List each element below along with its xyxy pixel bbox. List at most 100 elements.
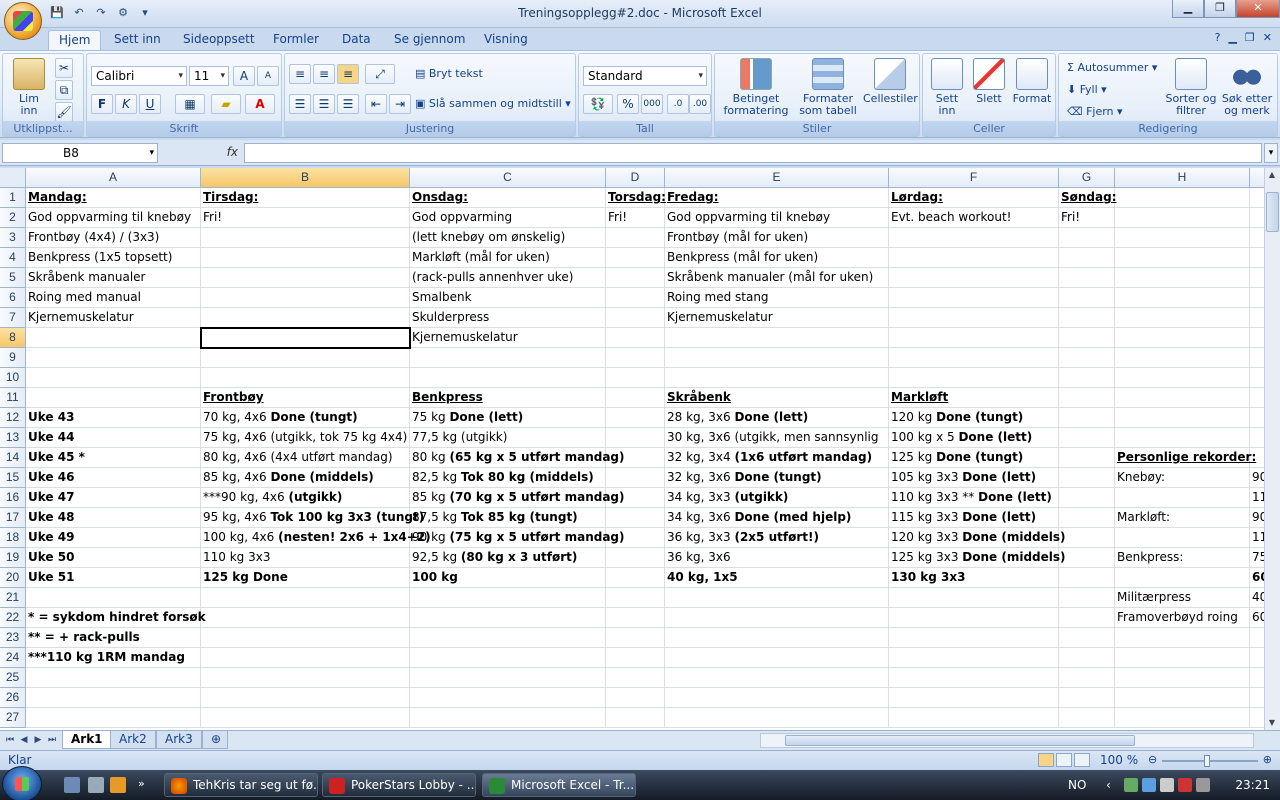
cell[interactable]: Markløft [889, 388, 1059, 408]
cell[interactable]: Kjernemuskelatur [410, 328, 606, 348]
vertical-scroll-thumb[interactable] [1266, 192, 1279, 232]
cell[interactable] [665, 668, 889, 688]
underline-button[interactable]: U [139, 94, 161, 114]
cell[interactable]: Fri! [201, 208, 410, 228]
cell[interactable] [1115, 268, 1250, 288]
delete-cells-button[interactable]: Slett [969, 58, 1009, 105]
cell[interactable] [1059, 508, 1115, 528]
cell[interactable]: 60 [1250, 568, 1264, 588]
cell[interactable] [665, 348, 889, 368]
cell[interactable] [889, 628, 1059, 648]
cell[interactable] [410, 588, 606, 608]
tray-app-icon[interactable] [1196, 778, 1210, 792]
align-top-icon[interactable]: ≡ [289, 64, 311, 84]
cell[interactable] [26, 348, 201, 368]
cell[interactable]: 75 [1250, 548, 1264, 568]
cell[interactable] [889, 268, 1059, 288]
cell[interactable]: 92,5 kg (80 kg x 3 utført) [410, 548, 606, 568]
cell[interactable]: Skråbenk [665, 388, 889, 408]
task-firefox[interactable]: TehKris tar seg ut fø... [164, 773, 318, 797]
fill-color-icon[interactable]: ▰ [211, 94, 241, 114]
tray-expand-icon[interactable]: ‹ [1106, 778, 1120, 792]
cell[interactable] [889, 328, 1059, 348]
cell[interactable] [1250, 248, 1264, 268]
cell[interactable] [201, 248, 410, 268]
cell[interactable] [889, 588, 1059, 608]
cell[interactable]: Uke 46 [26, 468, 201, 488]
horizontal-scroll-thumb[interactable] [785, 735, 1135, 746]
clear-button[interactable]: ⌫ Fjern ▾ [1067, 102, 1123, 122]
cell[interactable]: Uke 45 * [26, 448, 201, 468]
cell[interactable] [606, 368, 665, 388]
cell[interactable] [201, 688, 410, 708]
row-header[interactable]: 18 [0, 528, 26, 548]
cell[interactable] [1250, 668, 1264, 688]
row-header[interactable]: 16 [0, 488, 26, 508]
cell[interactable]: 120 kg Done (tungt) [889, 408, 1059, 428]
cell[interactable] [1115, 648, 1250, 668]
cell[interactable]: Uke 44 [26, 428, 201, 448]
cell[interactable] [1250, 628, 1264, 648]
cell[interactable] [606, 248, 665, 268]
cell[interactable] [1250, 288, 1264, 308]
sort-filter-button[interactable]: Sorter og filtrer [1163, 58, 1219, 117]
zoom-slider[interactable]: ⊖ ⊕ [1146, 753, 1274, 767]
cell[interactable]: Evt. beach workout! [889, 208, 1059, 228]
cell[interactable] [1059, 588, 1115, 608]
grow-font-button[interactable]: A [233, 66, 255, 86]
row-header[interactable]: 13 [0, 428, 26, 448]
cell[interactable]: 90 [1250, 468, 1264, 488]
tab-formler[interactable]: Formler [273, 30, 319, 50]
cell[interactable] [1059, 688, 1115, 708]
cell[interactable] [1059, 528, 1115, 548]
cell[interactable] [1059, 548, 1115, 568]
cell[interactable] [1115, 488, 1250, 508]
cell[interactable]: Benkpress: [1115, 548, 1250, 568]
cell[interactable]: Uke 50 [26, 548, 201, 568]
cell[interactable] [1059, 468, 1115, 488]
column-header-c[interactable]: C [410, 168, 606, 188]
find-select-button[interactable]: Søk etter og merk [1219, 58, 1275, 117]
maximize-button[interactable]: ❐ [1204, 0, 1236, 18]
name-box[interactable]: B8 [2, 143, 158, 163]
cell[interactable] [665, 688, 889, 708]
insert-cells-button[interactable]: Sett inn [927, 58, 967, 117]
cell[interactable]: 34 kg, 3x6 Done (med hjelp) [665, 508, 889, 528]
cell[interactable]: 30 kg, 3x6 (utgikk, men sannsynlig [665, 428, 889, 448]
cell[interactable] [1115, 288, 1250, 308]
prev-sheet-icon[interactable]: ◀ [18, 733, 30, 747]
cell[interactable] [26, 388, 201, 408]
clock[interactable]: 23:21 [1235, 778, 1270, 792]
increase-indent-icon[interactable]: ⇥ [389, 94, 411, 114]
tab-sett-inn[interactable]: Sett inn [114, 30, 161, 50]
cell[interactable] [201, 268, 410, 288]
cell[interactable]: Militærpress [1115, 588, 1250, 608]
paste-button[interactable]: Lim inn [9, 58, 49, 117]
sheet-tab-ark2[interactable]: Ark2 [110, 731, 156, 749]
cell[interactable]: 40 [1250, 588, 1264, 608]
cell[interactable]: (rack-pulls annenhver uke) [410, 268, 606, 288]
horizontal-scrollbar[interactable] [760, 733, 1254, 748]
cell[interactable] [606, 608, 665, 628]
cell[interactable] [665, 608, 889, 628]
cell[interactable]: 34 kg, 3x3 (utgikk) [665, 488, 889, 508]
cell[interactable] [606, 668, 665, 688]
media-player-icon[interactable] [110, 777, 126, 793]
cell[interactable] [1059, 568, 1115, 588]
cell[interactable] [1059, 328, 1115, 348]
cell[interactable]: 36 kg, 3x3 (2x5 utført!) [665, 528, 889, 548]
cell[interactable] [1250, 688, 1264, 708]
minimize-button[interactable]: ▁ [1172, 0, 1204, 18]
zoom-out-icon[interactable]: ⊖ [1148, 753, 1157, 766]
cell[interactable] [26, 368, 201, 388]
cell[interactable] [410, 628, 606, 648]
cell[interactable] [606, 428, 665, 448]
cell[interactable]: Kjernemuskelatur [665, 308, 889, 328]
cell[interactable] [606, 568, 665, 588]
cell[interactable] [889, 708, 1059, 728]
cell[interactable] [606, 388, 665, 408]
cell[interactable]: 125 kg 3x3 Done (middels) [889, 548, 1066, 568]
sheet-tab-ark3[interactable]: Ark3 [156, 731, 202, 749]
close-button[interactable]: ✕ [1236, 0, 1280, 18]
cell[interactable]: Frontbøy (mål for uken) [665, 228, 889, 248]
